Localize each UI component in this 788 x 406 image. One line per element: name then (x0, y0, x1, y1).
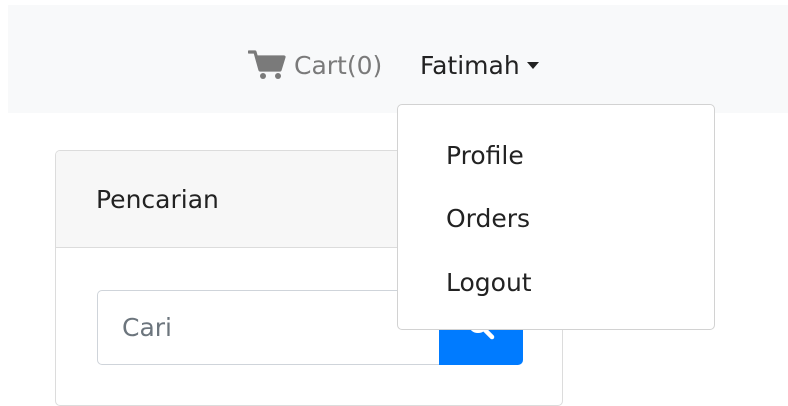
search-input[interactable] (97, 290, 440, 365)
cart-label: Cart(0) (294, 50, 383, 80)
menu-item-orders[interactable]: Orders (446, 199, 530, 239)
user-menu-toggle[interactable]: Fatimah (420, 45, 539, 85)
caret-down-icon (526, 61, 539, 69)
top-navbar: Cart(0) Fatimah (8, 5, 788, 113)
shopping-cart-icon (248, 50, 294, 80)
cart-link[interactable]: Cart(0) (248, 45, 382, 85)
user-dropdown-menu: Profile Orders Logout (397, 104, 715, 330)
menu-item-logout[interactable]: Logout (446, 263, 532, 303)
user-name: Fatimah (420, 50, 520, 80)
search-card-title: Pencarian (96, 184, 219, 214)
menu-item-profile[interactable]: Profile (446, 136, 524, 176)
